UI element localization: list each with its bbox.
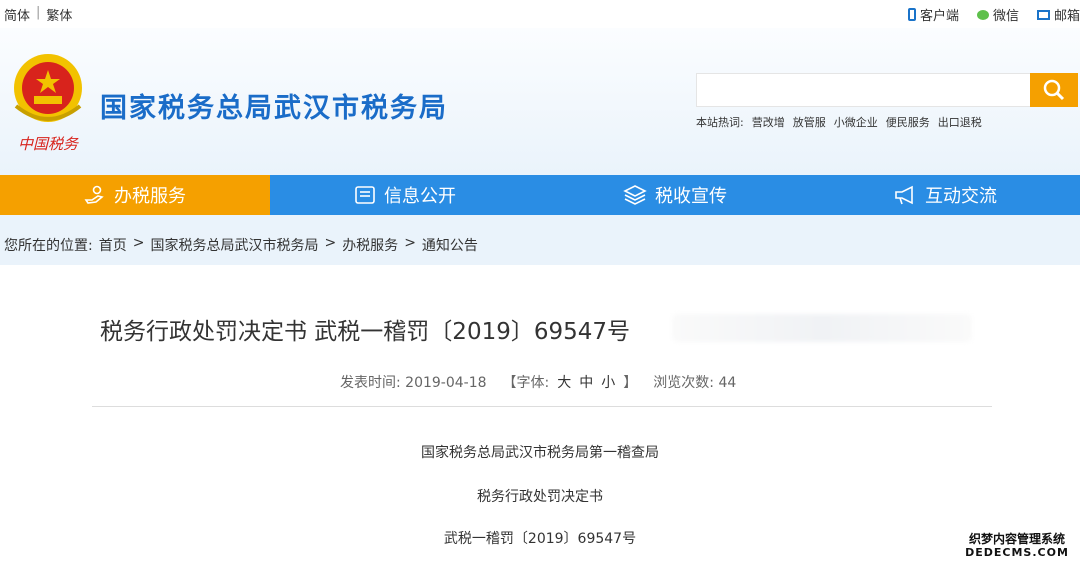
nav-item-interaction[interactable]: 互动交流 bbox=[810, 175, 1080, 215]
search-icon bbox=[1043, 79, 1065, 101]
wechat-link-label: 微信 bbox=[992, 9, 1019, 24]
hand-service-icon bbox=[84, 185, 104, 204]
font-size-label: 【字体: bbox=[502, 375, 550, 391]
breadcrumb-label: 您所在的位置: bbox=[4, 238, 93, 254]
info-card-icon bbox=[355, 186, 375, 204]
font-size-close: 】 bbox=[623, 375, 638, 391]
main-nav: 办税服务 信息公开 税收宣传 互动交流 bbox=[0, 175, 1080, 215]
redacted-company-name bbox=[672, 314, 972, 342]
hot-word-link[interactable]: 出口退税 bbox=[938, 114, 982, 130]
hot-words: 本站热词: 营改增 放管服 小微企业 便民服务 出口退税 bbox=[696, 114, 982, 130]
document-number: 武税一稽罚〔2019〕69547号 bbox=[443, 531, 637, 547]
font-size-large[interactable]: 大 bbox=[557, 372, 571, 392]
breadcrumb-home[interactable]: 首页 bbox=[99, 235, 127, 255]
layers-icon bbox=[623, 185, 647, 205]
breadcrumb-separator: > bbox=[404, 235, 416, 251]
breadcrumb-tax-service[interactable]: 办税服务 bbox=[342, 235, 398, 255]
client-link[interactable]: 客户端 bbox=[907, 5, 959, 24]
lang-separator: | bbox=[36, 5, 41, 20]
phone-icon bbox=[907, 8, 916, 21]
site-title: 国家税务总局武汉市税务局 bbox=[100, 93, 448, 124]
mail-link-label: 邮箱 bbox=[1053, 9, 1080, 24]
breadcrumb-bureau[interactable]: 国家税务总局武汉市税务局 bbox=[150, 235, 318, 255]
hot-word-link[interactable]: 小微企业 bbox=[834, 114, 878, 130]
hot-word-link[interactable]: 放管服 bbox=[793, 114, 826, 130]
hot-word-link[interactable]: 营改增 bbox=[752, 114, 785, 130]
document-heading: 税务行政处罚决定书 bbox=[477, 489, 603, 505]
article-title: 税务行政处罚决定书 武税一稽罚〔2019〕69547号 bbox=[100, 319, 631, 345]
wechat-icon bbox=[976, 9, 989, 20]
article-meta: 发表时间: 2019-04-18 【字体: 大 中 小 】 浏览次数: 44 bbox=[340, 372, 736, 392]
view-count-value: 44 bbox=[718, 375, 737, 391]
mail-link[interactable]: 邮箱 bbox=[1036, 5, 1080, 24]
site-header: 中国税务 国家税务总局武汉市税务局 本站热词: 营改增 放管服 小微企业 便民服… bbox=[0, 28, 1080, 175]
top-bar: 简体 | 繁体 客户端 微信 邮箱 bbox=[0, 0, 1080, 28]
breadcrumb-bar: 您所在的位置: 首页 > 国家税务总局武汉市税务局 > 办税服务 > 通知公告 bbox=[0, 215, 1080, 265]
view-count-label: 浏览次数: bbox=[653, 375, 714, 391]
hot-word-link[interactable]: 便民服务 bbox=[886, 114, 930, 130]
search-input[interactable] bbox=[696, 73, 1032, 107]
lang-traditional-link[interactable]: 繁体 bbox=[46, 5, 72, 24]
nav-item-info-disclosure[interactable]: 信息公开 bbox=[270, 175, 540, 215]
nav-label: 税收宣传 bbox=[655, 186, 727, 207]
issuing-office: 国家税务总局武汉市税务局第一稽查局 bbox=[421, 445, 659, 461]
client-link-label: 客户端 bbox=[919, 9, 959, 24]
nav-label: 信息公开 bbox=[384, 186, 456, 207]
watermark-line2: DEDECMS.COM bbox=[965, 546, 1069, 559]
breadcrumb-notices[interactable]: 通知公告 bbox=[422, 235, 478, 255]
language-switcher: 简体 | 繁体 bbox=[4, 5, 72, 24]
nav-item-tax-publicity[interactable]: 税收宣传 bbox=[540, 175, 810, 215]
mail-icon bbox=[1036, 9, 1050, 20]
publish-info: 发表时间: 2019-04-18 bbox=[340, 372, 487, 392]
megaphone-icon bbox=[895, 185, 913, 205]
font-size-medium[interactable]: 中 bbox=[579, 372, 593, 392]
lang-simplified-link[interactable]: 简体 bbox=[4, 5, 30, 24]
breadcrumb-separator: > bbox=[132, 235, 145, 251]
nav-label: 办税服务 bbox=[114, 186, 186, 207]
hot-words-label: 本站热词: bbox=[696, 116, 744, 129]
wechat-link[interactable]: 微信 bbox=[976, 5, 1019, 24]
content-divider bbox=[92, 406, 992, 407]
breadcrumb: 您所在的位置: 首页 > 国家税务总局武汉市税务局 > 办税服务 > 通知公告 bbox=[4, 235, 478, 255]
watermark-line1: 织梦内容管理系统 bbox=[968, 532, 1065, 546]
view-count: 浏览次数: 44 bbox=[653, 372, 736, 392]
font-size-selector: 【字体: 大 中 小 】 bbox=[503, 372, 638, 392]
dedecms-watermark: 织梦内容管理系统 DEDECMS.COM bbox=[962, 532, 1072, 564]
publish-date: 2019-04-18 bbox=[405, 375, 487, 391]
top-links: 客户端 微信 邮箱 bbox=[907, 5, 1080, 24]
search-button[interactable] bbox=[1030, 73, 1078, 107]
search-box bbox=[696, 73, 1080, 107]
nav-label: 互动交流 bbox=[925, 186, 997, 207]
publish-label: 发表时间: bbox=[340, 375, 401, 391]
china-tax-emblem-logo[interactable]: 中国税务 bbox=[8, 46, 88, 156]
font-size-small[interactable]: 小 bbox=[601, 372, 615, 392]
breadcrumb-separator: > bbox=[324, 235, 337, 251]
logo-text: 中国税务 bbox=[18, 135, 80, 153]
nav-item-tax-service[interactable]: 办税服务 bbox=[0, 175, 270, 215]
